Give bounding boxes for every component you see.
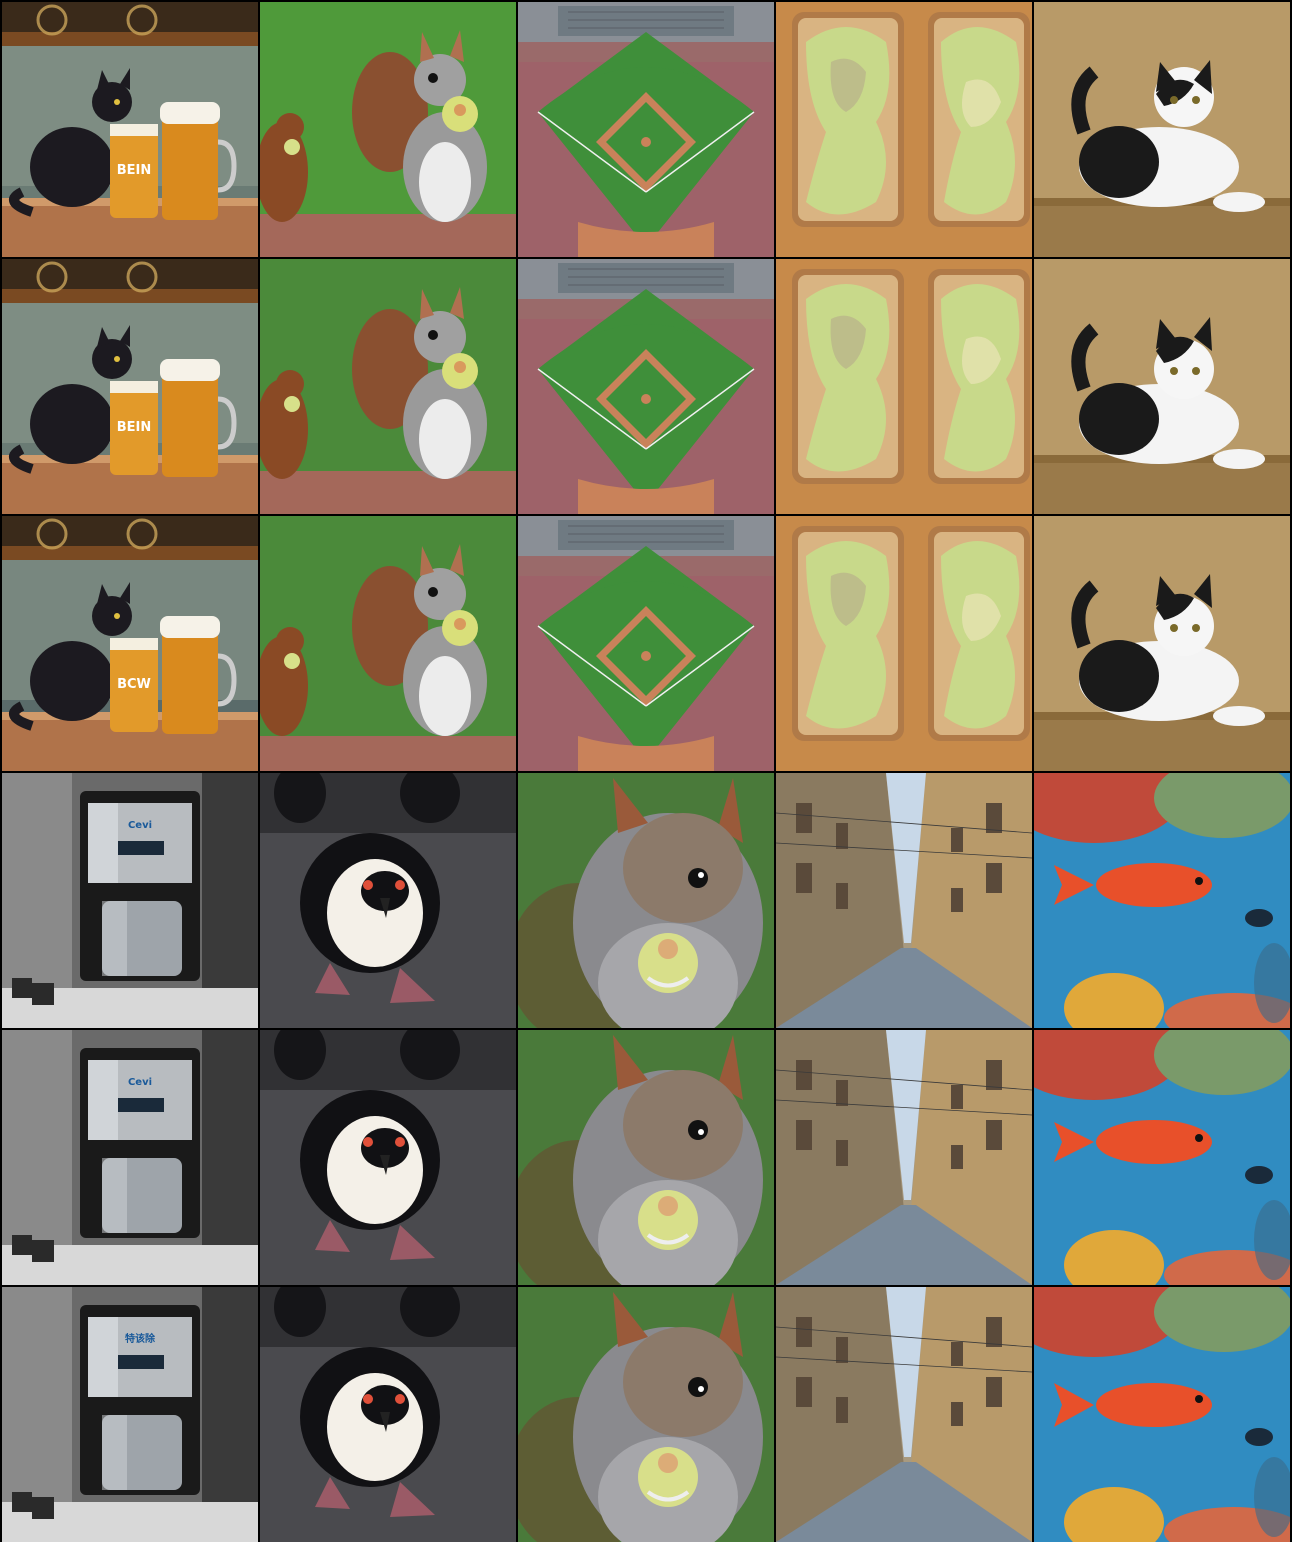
avocado-toast-image [776, 259, 1032, 514]
penguin-icon [260, 773, 516, 1028]
avocado-toast-icon [776, 516, 1032, 771]
avocado-toast-icon [776, 259, 1032, 514]
squirrel-closeup-icon [518, 773, 774, 1028]
squirrel-apple-icon [260, 516, 516, 771]
penguin-image [260, 1030, 516, 1285]
street-image [776, 1287, 1032, 1542]
fish-reef-icon [1034, 773, 1290, 1028]
baseball-stadium-icon [518, 516, 774, 771]
fish-reef-icon [1034, 1030, 1290, 1285]
squirrel-apple-icon [260, 259, 516, 514]
baseball-stadium-image [518, 516, 774, 771]
avocado-toast-icon [776, 2, 1032, 257]
coffee-maker-icon: Cevi [2, 1030, 258, 1285]
image-grid: BEIN BEIN BCW Cevi Cevi 特该除 [2, 2, 1290, 1542]
baseball-stadium-image [518, 259, 774, 514]
avocado-toast-image [776, 2, 1032, 257]
penguin-icon [260, 1030, 516, 1285]
squirrel-apple-image [260, 2, 516, 257]
street-icon [776, 1030, 1032, 1285]
image-grid-page: BEIN BEIN BCW Cevi Cevi 特该除 [0, 0, 1292, 1542]
penguin-icon [260, 1287, 516, 1542]
street-image [776, 1030, 1032, 1285]
squirrel-closeup-image [518, 773, 774, 1028]
cat-beer-icon: BCW [2, 516, 258, 771]
svg-text:Cevi: Cevi [128, 820, 152, 831]
cat-beer-icon: BEIN [2, 259, 258, 514]
avocado-toast-image [776, 516, 1032, 771]
baseball-stadium-icon [518, 2, 774, 257]
street-image [776, 773, 1032, 1028]
cat-shelf-image [1034, 516, 1290, 771]
street-icon [776, 1287, 1032, 1542]
cat-shelf-icon [1034, 516, 1290, 771]
squirrel-apple-image [260, 259, 516, 514]
cat-shelf-icon [1034, 2, 1290, 257]
baseball-stadium-image [518, 2, 774, 257]
baseball-stadium-icon [518, 259, 774, 514]
fish-reef-icon [1034, 1287, 1290, 1542]
cat-shelf-image [1034, 259, 1290, 514]
fish-reef-image [1034, 1030, 1290, 1285]
street-icon [776, 773, 1032, 1028]
svg-text:特该除: 特该除 [125, 1332, 156, 1345]
penguin-image [260, 1287, 516, 1542]
cat-beer-image: BCW [2, 516, 258, 771]
coffee-maker-icon: 特该除 [2, 1287, 258, 1542]
squirrel-apple-image [260, 516, 516, 771]
cat-beer-image: BEIN [2, 2, 258, 257]
squirrel-closeup-icon [518, 1287, 774, 1542]
cat-shelf-icon [1034, 259, 1290, 514]
fish-reef-image [1034, 773, 1290, 1028]
penguin-image [260, 773, 516, 1028]
cat-beer-icon: BEIN [2, 2, 258, 257]
coffee-maker-image: 特该除 [2, 1287, 258, 1542]
cat-beer-image: BEIN [2, 259, 258, 514]
coffee-maker-icon: Cevi [2, 773, 258, 1028]
cat-shelf-image [1034, 2, 1290, 257]
svg-text:Cevi: Cevi [128, 1077, 152, 1088]
squirrel-closeup-image [518, 1287, 774, 1542]
fish-reef-image [1034, 1287, 1290, 1542]
squirrel-apple-icon [260, 2, 516, 257]
coffee-maker-image: Cevi [2, 1030, 258, 1285]
svg-text:BEIN: BEIN [117, 163, 152, 178]
squirrel-closeup-icon [518, 1030, 774, 1285]
svg-text:BEIN: BEIN [117, 420, 152, 435]
svg-text:BCW: BCW [117, 677, 151, 692]
coffee-maker-image: Cevi [2, 773, 258, 1028]
squirrel-closeup-image [518, 1030, 774, 1285]
